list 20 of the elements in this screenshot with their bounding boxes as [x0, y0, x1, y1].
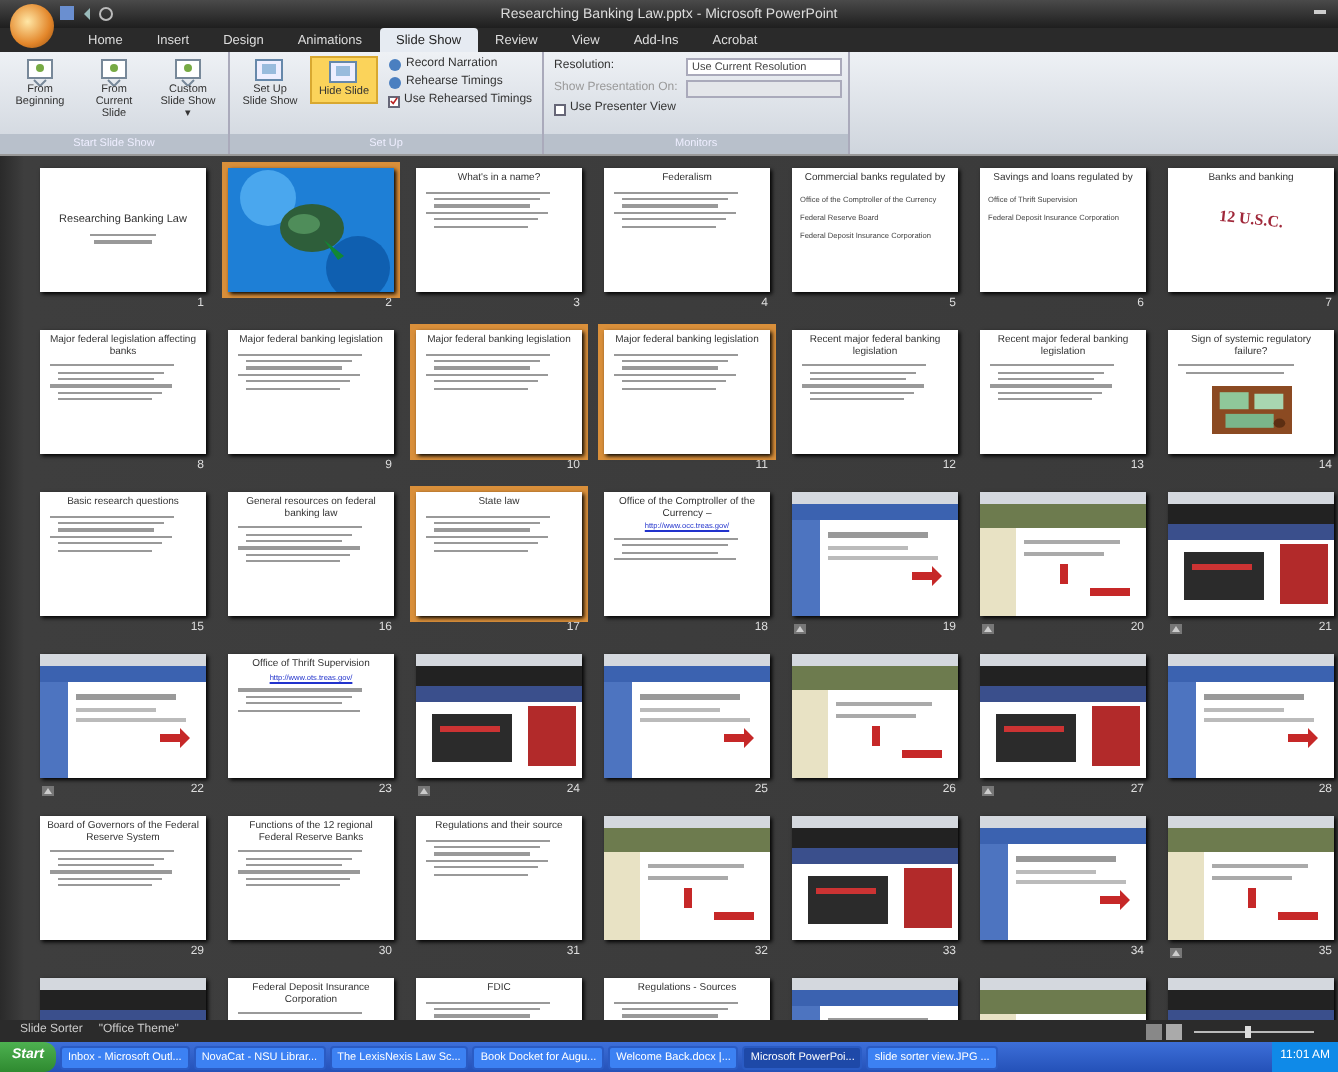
projector-icon: [24, 58, 56, 86]
checkbox[interactable]: [554, 103, 567, 116]
projector-icon: [172, 58, 204, 86]
slide-text: 12 U.S.C.: [1216, 203, 1286, 235]
animation-icon[interactable]: [1170, 948, 1182, 958]
projector-icon: [98, 58, 130, 86]
checkbox[interactable]: [388, 95, 400, 108]
slide-icon: [254, 58, 286, 86]
animation-icon[interactable]: [42, 786, 54, 796]
animation-icon[interactable]: [418, 786, 430, 796]
dot-icon: [388, 58, 402, 73]
animation-icon[interactable]: [1170, 624, 1182, 634]
minimize-icon[interactable]: [1314, 10, 1326, 18]
animation-icon[interactable]: [982, 624, 994, 634]
subtitle-lines-drawing: [89, 234, 157, 244]
office-button[interactable]: [10, 4, 54, 48]
dot-icon: [388, 76, 402, 91]
slide-icon: [328, 60, 360, 88]
animation-icon[interactable]: [982, 786, 994, 796]
animation-icon[interactable]: [794, 624, 806, 634]
